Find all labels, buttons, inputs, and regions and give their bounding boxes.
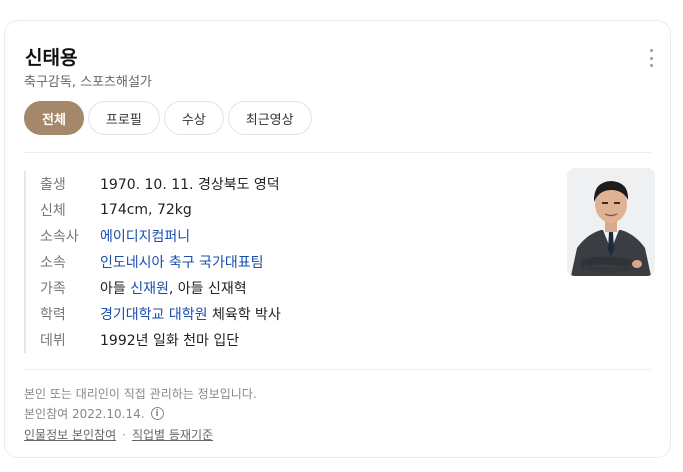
info-key: 출생 — [40, 177, 66, 193]
education-link[interactable]: 경기대학교 대학원 — [100, 307, 208, 323]
team-link[interactable]: 인도네시아 축구 국가대표팀 — [100, 252, 263, 272]
more-vertical-icon[interactable] — [648, 49, 654, 67]
education-suffix: 체육학 박사 — [207, 307, 281, 323]
info-value: 1970. 10. 11. 경상북도 영덕 — [100, 177, 280, 193]
info-row-education: 학력 경기대학교 대학원 체육학 박사 — [40, 301, 540, 327]
tab-bar: 전체 프로필 수상 최근영상 — [24, 101, 312, 135]
tab-all[interactable]: 전체 — [24, 101, 84, 135]
info-key: 데뷔 — [40, 333, 66, 349]
info-icon[interactable]: i — [150, 407, 164, 420]
participation-info: 본인참여 2022.10.14. i — [24, 405, 164, 422]
info-key: 소속사 — [40, 229, 79, 245]
family-suffix: , 아들 신재혁 — [168, 281, 247, 297]
profile-name[interactable]: 신태용 — [25, 43, 77, 70]
agency-link[interactable]: 에이디지컴퍼니 — [100, 226, 190, 246]
profile-occupation: 축구감독, 스포츠해설가 — [24, 75, 152, 90]
separator: · — [122, 428, 126, 442]
info-row-agency: 소속사 에이디지컴퍼니 — [40, 223, 540, 249]
info-row-family: 가족 아들 신재원, 아들 신재혁 — [40, 275, 540, 301]
listing-criteria-link[interactable]: 직업별 등재기준 — [132, 428, 213, 442]
info-value: 1992년 일화 천마 입단 — [100, 333, 240, 349]
tab-awards[interactable]: 수상 — [163, 101, 224, 135]
info-key: 소속 — [40, 255, 66, 271]
self-participation-link[interactable]: 인물정보 본인참여 — [24, 428, 116, 442]
management-notice: 본인 또는 대리인이 직접 관리하는 정보입니다. — [24, 387, 257, 401]
profile-photo[interactable] — [567, 168, 655, 276]
info-list: 출생 1970. 10. 11. 경상북도 영덕 신체 174cm, 72kg … — [24, 171, 540, 353]
participation-date: 2022.10.14. — [72, 406, 145, 421]
info-key: 가족 — [40, 281, 66, 297]
footer-links: 인물정보 본인참여 · 직업별 등재기준 — [24, 426, 213, 443]
info-row-birth: 출생 1970. 10. 11. 경상북도 영덕 — [40, 171, 540, 197]
info-row-team: 소속 인도네시아 축구 국가대표팀 — [40, 249, 540, 275]
family-prefix: 아들 — [100, 281, 131, 297]
divider — [24, 369, 651, 370]
tab-profile[interactable]: 프로필 — [87, 101, 160, 135]
info-key: 학력 — [40, 307, 66, 323]
tab-recent-videos[interactable]: 최근영상 — [227, 101, 312, 135]
info-key: 신체 — [40, 203, 66, 219]
info-row-debut: 데뷔 1992년 일화 천마 입단 — [40, 327, 540, 353]
divider — [24, 152, 651, 153]
info-value: 174cm, 72kg — [100, 202, 192, 218]
info-row-body: 신체 174cm, 72kg — [40, 197, 540, 223]
family-link[interactable]: 신재원 — [130, 281, 169, 297]
participation-label: 본인참여 — [24, 407, 69, 421]
profile-card: 신태용 축구감독, 스포츠해설가 전체 프로필 수상 최근영상 출생 1970.… — [4, 20, 671, 458]
